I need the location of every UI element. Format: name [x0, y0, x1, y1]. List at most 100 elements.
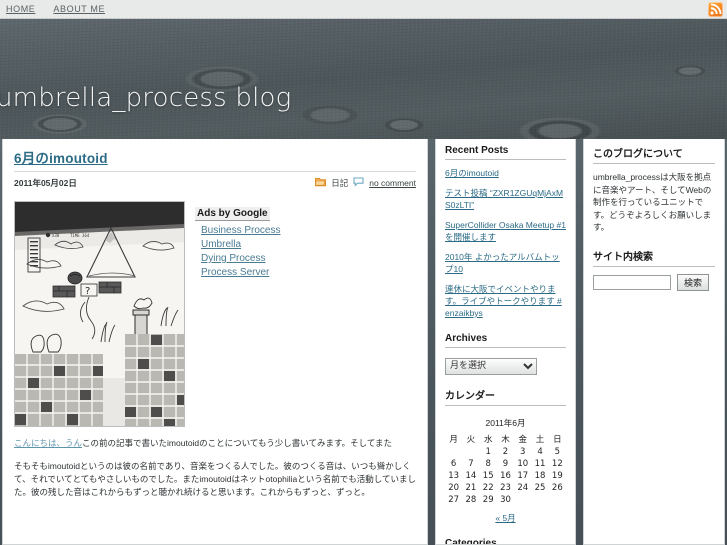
- calendar-day-cell: 18: [534, 470, 546, 481]
- calendar-weekday: 火: [466, 434, 476, 445]
- ad-link-business-process[interactable]: Business Process: [201, 225, 345, 236]
- ad-link-process-server[interactable]: Process Server: [201, 267, 345, 278]
- nav-link-home[interactable]: HOME: [6, 4, 35, 14]
- calendar-day-cell: 12: [551, 458, 563, 469]
- archives-title: Archives: [445, 333, 566, 348]
- calendar-prev-month-link[interactable]: « 5月: [495, 513, 515, 523]
- calendar-day-cell: 13: [448, 470, 460, 481]
- calendar-week-row: 12345: [445, 446, 566, 458]
- categories-title: Categories: [445, 538, 566, 545]
- recent-post-link-3[interactable]: SuperCollider Osaka Meetup #1 を開催します: [445, 219, 566, 243]
- calendar-day-cell: 17: [517, 470, 529, 481]
- article-paragraph-2: そもそもimoutoidというのは彼の名前であり、音楽をつくる人でした。彼のつく…: [14, 460, 416, 499]
- calendar-empty-cell: [531, 494, 548, 506]
- search-row: 検索: [593, 273, 715, 291]
- header-banner: umbrella_process blog: [0, 19, 727, 139]
- calendar-day-cell: 5: [554, 446, 561, 457]
- about-blog-title: このブログについて: [593, 145, 715, 164]
- calendar-week-row: 13 14 15 16 17 18 19: [445, 470, 566, 482]
- blog-post: 6月のimoutoid 2011年05月02日 日記 no comment x3…: [3, 139, 427, 427]
- ads-by-google-title: Ads by Google: [195, 207, 270, 221]
- calendar-day-cell: 28: [465, 494, 477, 505]
- calendar-empty-cell: [514, 494, 531, 506]
- search-input[interactable]: [593, 274, 671, 290]
- recent-post-link-5[interactable]: 連休に大阪でイベントやります。ライブやトークやります #enzaikbys: [445, 283, 566, 319]
- calendar-week-row: 6 7 8 9 10 11 12: [445, 458, 566, 470]
- archives-select[interactable]: 月を選択: [445, 357, 537, 375]
- recent-post-link-1[interactable]: 6月のimoutoid: [445, 167, 566, 179]
- main-content-column: 6月のimoutoid 2011年05月02日 日記 no comment x3…: [2, 139, 428, 545]
- rss-icon[interactable]: [708, 2, 723, 17]
- calendar-day-cell: 1: [485, 446, 491, 457]
- calendar-weekday: 土: [535, 434, 545, 445]
- calendar-weekday: 日: [553, 434, 562, 445]
- calendar-empty-cell: [549, 494, 566, 506]
- svg-text:x38: x38: [52, 233, 60, 238]
- widget-about-blog: このブログについて umbrella_processは大阪を拠点に音楽やアート、…: [584, 139, 724, 234]
- post-meta-row: 2011年05月02日 日記 no comment: [14, 177, 416, 189]
- calendar-day-cell: 27: [448, 494, 460, 505]
- article-paragraph-1: こんにちは、うんこの前の記事で書いたimoutoidのことについてもう少し書いて…: [14, 437, 416, 450]
- calendar-day-cell: 11: [534, 458, 546, 469]
- widget-categories: Categories Cocoa + Objective-C (2) concr…: [436, 526, 575, 545]
- page-body: 6月のimoutoid 2011年05月02日 日記 no comment x3…: [0, 139, 727, 545]
- svg-text:?: ?: [85, 286, 90, 297]
- widget-recent-posts: Recent Posts 6月のimoutoid テスト投稿 “ZXR1ZGUq…: [436, 139, 575, 319]
- calendar-week-row: 20 21 22 23 24 25 26: [445, 482, 566, 494]
- calendar-day-cell: 20: [448, 482, 460, 493]
- article-text: otophilia: [265, 474, 298, 484]
- calendar-day-cell: 15: [482, 470, 494, 481]
- calendar-day-cell: 22: [482, 482, 494, 493]
- calendar-table: 月火水木金土日 1 2 3 4 5 6 7 8 9 10 11 12 13 14 15 16 17 18 19 20 2…: [445, 432, 566, 506]
- recent-post-link-2[interactable]: テスト投稿 “ZXR1ZGUqMjAxMS0zLTI”: [445, 187, 566, 211]
- nav-link-about-me[interactable]: ABOUT ME: [53, 4, 105, 14]
- calendar-day-cell: 29: [482, 494, 494, 505]
- google-ads-block: Ads by Google Business Process Umbrella …: [195, 201, 345, 427]
- ad-link-dying-process[interactable]: Dying Process: [201, 253, 345, 264]
- post-body: x38 TIME 364 ? Ads by Google Business Pr…: [14, 201, 416, 427]
- calendar-day-cell: 16: [500, 470, 511, 481]
- article-text: imoutoid: [47, 461, 80, 471]
- post-image[interactable]: x38 TIME 364 ?: [14, 201, 185, 427]
- widget-archives: Archives 月を選択: [436, 327, 575, 375]
- calendar-empty-cell: [445, 446, 462, 458]
- post-title-divider: [14, 171, 416, 172]
- about-blog-text: umbrella_processは大阪を拠点に音楽やアート、そしてWebの制作を…: [593, 172, 712, 232]
- calendar-day-cell: 14: [465, 470, 477, 481]
- site-search-title: サイト内検索: [593, 248, 715, 267]
- top-navigation-bar: HOME ABOUT ME: [0, 0, 727, 19]
- article-text: はネット: [231, 474, 266, 484]
- recent-post-link-4[interactable]: 2010年 よかったアルバムトップ10: [445, 251, 566, 275]
- calendar-day-cell: 30: [500, 494, 511, 505]
- calendar-day-cell: 24: [517, 482, 529, 493]
- search-button[interactable]: 検索: [677, 273, 710, 291]
- calendar-day-cell: 2: [502, 446, 509, 457]
- post-title-link[interactable]: 6月のimoutoid: [14, 147, 416, 167]
- post-article-text: こんにちは、うんこの前の記事で書いたimoutoidのことについてもう少し書いて…: [3, 427, 427, 499]
- calendar-day-cell: 25: [534, 482, 546, 493]
- calendar-day-cell: 3: [520, 446, 526, 457]
- widget-site-search: サイト内検索 検索: [584, 234, 724, 291]
- calendar-empty-cell: [462, 446, 479, 458]
- calendar-nav: « 5月: [445, 506, 566, 526]
- calendar-day-cell: 23: [500, 482, 511, 493]
- ad-link-umbrella[interactable]: Umbrella: [201, 239, 345, 250]
- post-category-label[interactable]: 日記: [331, 177, 348, 189]
- calendar-day-cell: 6: [450, 458, 457, 469]
- article-inline-link[interactable]: こんにちは、うん: [14, 438, 82, 448]
- calendar-week-row: 27 28 29 30: [445, 494, 566, 506]
- calendar-day-cell: 7: [468, 458, 474, 469]
- recent-posts-title: Recent Posts: [445, 145, 566, 160]
- comment-bubble-icon: [353, 177, 364, 189]
- calendar-weekday-row: 月火水木金土日: [445, 432, 566, 446]
- no-comment-link[interactable]: no comment: [369, 178, 416, 188]
- calendar-day-cell: 9: [502, 458, 509, 469]
- calendar-weekday: 水: [483, 434, 493, 445]
- post-date: 2011年05月02日: [14, 178, 77, 188]
- sidebar-left-column: Recent Posts 6月のimoutoid テスト投稿 “ZXR1ZGUq…: [435, 139, 576, 545]
- folder-icon: [315, 177, 327, 189]
- widget-calendar: カレンダー 2011年6月 月火水木金土日 1 2 3 4 5 6 7 8 9 10 11 12 13 1…: [436, 375, 575, 526]
- calendar-day-cell: 4: [537, 446, 543, 457]
- calendar-title: カレンダー: [445, 387, 566, 406]
- calendar-weekday: 金: [518, 434, 528, 445]
